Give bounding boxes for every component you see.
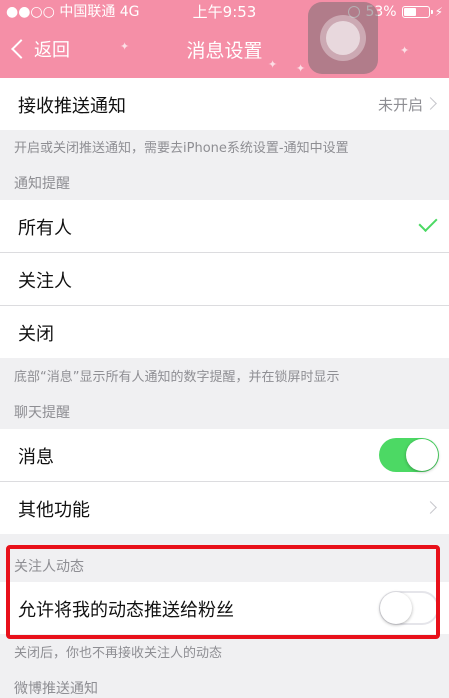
notify-option-all[interactable]: 所有人 bbox=[0, 200, 449, 252]
toggle-knob bbox=[406, 439, 438, 471]
chat-section-header: 聊天提醒 bbox=[14, 405, 70, 421]
chat-message-label: 消息 bbox=[18, 447, 54, 468]
notify-section-header: 通知提醒 bbox=[14, 176, 70, 192]
navigation-bar: 返回 消息设置 bbox=[0, 26, 449, 76]
status-bar: ●●○○ 中国联通 4G 上午9:53 53% ⚡ bbox=[0, 0, 449, 24]
notify-option-off[interactable]: 关闭 bbox=[0, 306, 449, 358]
charging-bolt-icon: ⚡ bbox=[434, 5, 443, 19]
assistive-ring-inner bbox=[326, 21, 360, 55]
option-label: 关注人 bbox=[18, 271, 72, 292]
chat-message-toggle[interactable] bbox=[379, 438, 439, 472]
push-label: 接收推送通知 bbox=[18, 96, 126, 117]
page-title: 消息设置 bbox=[186, 40, 263, 62]
header-bar: ✦ ✦ ✦ ✦ ●●○○ 中国联通 4G 上午9:53 53% ⚡ 返回 消息设… bbox=[0, 0, 449, 78]
other-features-row[interactable]: 其他功能 bbox=[0, 482, 449, 534]
push-note: 开启或关闭推送通知，需要去iPhone系统设置-通知中设置 bbox=[14, 141, 349, 156]
notify-note: 底部“消息”显示所有人通知的数字提醒，并在锁屏时显示 bbox=[14, 370, 340, 385]
notify-option-following[interactable]: 关注人 bbox=[0, 253, 449, 305]
checkmark-icon bbox=[418, 212, 438, 233]
option-label: 关闭 bbox=[18, 324, 54, 345]
push-value: 未开启 bbox=[377, 96, 423, 114]
option-label: 所有人 bbox=[18, 218, 72, 239]
red-highlight-box bbox=[6, 545, 440, 639]
assistive-touch-button[interactable] bbox=[308, 2, 378, 74]
chevron-right-icon bbox=[424, 97, 437, 110]
chat-message-row: 消息 bbox=[0, 429, 449, 481]
follow-note: 关闭后，你也不再接收关注人的动态 bbox=[14, 646, 223, 661]
other-features-label: 其他功能 bbox=[18, 500, 90, 521]
weibo-section-header: 微博推送通知 bbox=[14, 681, 98, 697]
chevron-right-icon bbox=[424, 501, 437, 514]
push-notification-row[interactable]: 接收推送通知 未开启 bbox=[0, 78, 449, 130]
battery-icon bbox=[401, 6, 433, 18]
